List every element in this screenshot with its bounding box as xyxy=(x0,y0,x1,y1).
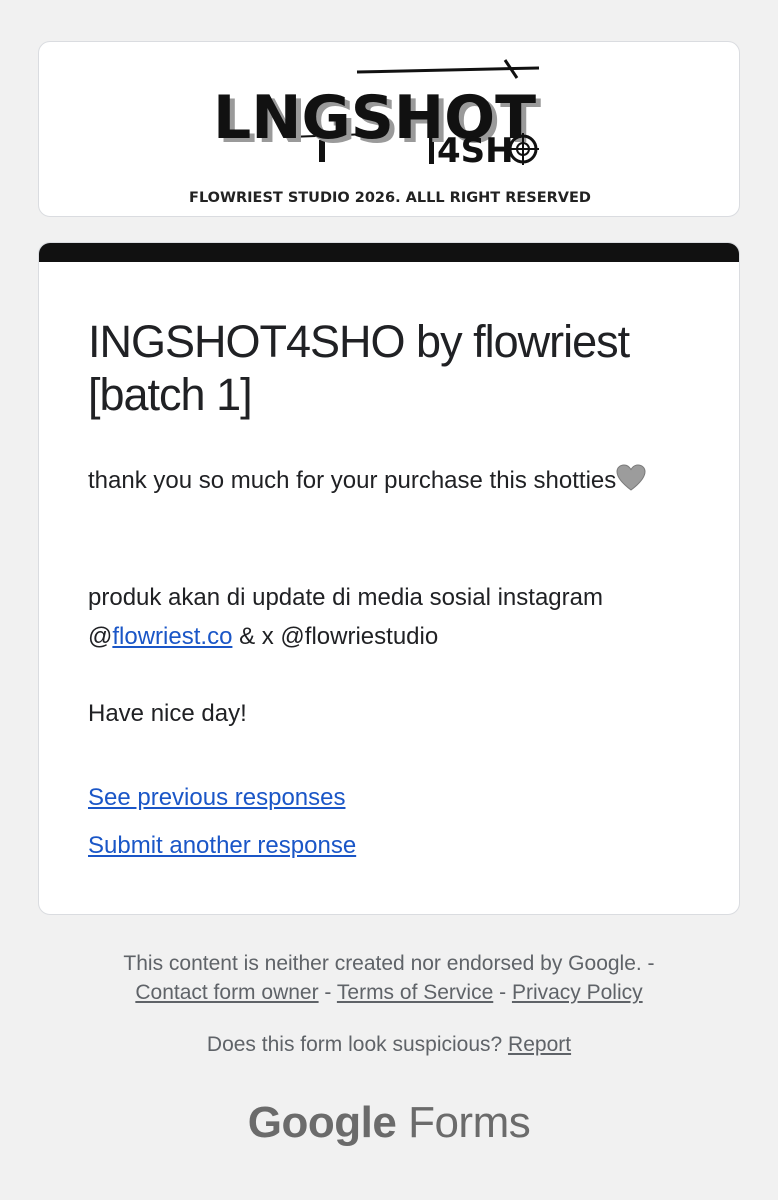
suspicious-row: Does this form look suspicious? Report xyxy=(0,1030,778,1059)
logo-subtext: 4SH xyxy=(437,131,514,171)
confirmation-card: INGSHOT4SHO by flowriest [batch 1] thank… xyxy=(38,242,740,915)
google-wordmark: Google xyxy=(247,1098,397,1147)
disclaimer-text: This content is neither created nor endo… xyxy=(123,952,655,975)
header-banner-image: LNGSHOT LNGSHOT 4SH FLOWRIEST STUDIO 202… xyxy=(189,59,591,206)
disclaimer-block: This content is neither created nor endo… xyxy=(0,949,778,1007)
thanks-text: thank you so much for your purchase this… xyxy=(88,467,617,494)
forms-wordmark: Forms xyxy=(408,1098,531,1147)
update-text-suffix: & x @flowriestudio xyxy=(232,623,439,650)
submit-another-response-link[interactable]: Submit another response xyxy=(88,831,356,861)
footer-links: Contact form owner - Terms of Service - … xyxy=(0,978,778,1007)
separator: - xyxy=(318,981,337,1004)
confirmation-message-thanks: thank you so much for your purchase this… xyxy=(88,461,708,500)
google-forms-logo[interactable]: Google Forms xyxy=(0,1098,778,1148)
see-previous-responses-link[interactable]: See previous responses xyxy=(88,783,345,813)
flowriest-link[interactable]: flowriest.co xyxy=(112,623,232,650)
header-banner: LNGSHOT LNGSHOT 4SH FLOWRIEST STUDIO 202… xyxy=(38,41,740,217)
brand-logo: LNGSHOT LNGSHOT 4SH xyxy=(213,59,541,171)
form-title: INGSHOT4SHO by flowriest [batch 1] xyxy=(88,316,630,420)
banner-caption: FLOWRIEST STUDIO 2026. ALLL RIGHT RESERV… xyxy=(189,190,591,206)
contact-owner-link[interactable]: Contact form owner xyxy=(135,981,318,1004)
privacy-link[interactable]: Privacy Policy xyxy=(512,981,643,1004)
confirmation-message-update: produk akan di update di media sosial in… xyxy=(88,578,708,656)
card-accent-bar xyxy=(39,243,739,262)
confirmation-message-closing: Have nice day! xyxy=(88,700,247,727)
report-link[interactable]: Report xyxy=(508,1033,571,1056)
separator: - xyxy=(493,981,512,1004)
suspicious-text: Does this form look suspicious? xyxy=(206,1033,503,1056)
terms-link[interactable]: Terms of Service xyxy=(337,981,493,1004)
grey-heart-icon xyxy=(616,464,646,491)
